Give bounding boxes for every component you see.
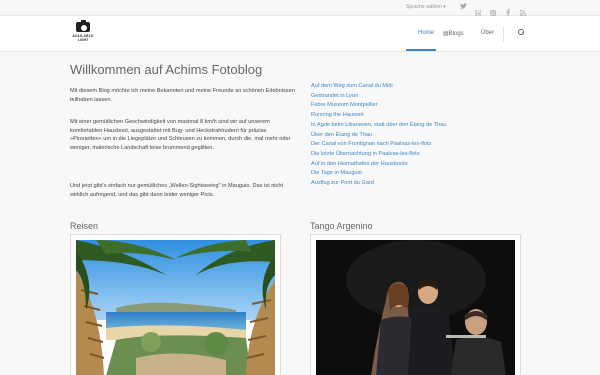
tango-dancers-image[interactable] [316, 240, 515, 375]
tango-card[interactable] [310, 234, 521, 375]
camera-icon [76, 20, 90, 32]
nav-blogs[interactable]: ▤Blogs [443, 30, 464, 37]
post-link[interactable]: Auf dem Weg zum Canal du Midi [311, 82, 531, 92]
nav-divider [503, 26, 504, 42]
nav-about[interactable]: Über [481, 30, 494, 36]
post-link[interactable]: Auf in den Heimathafen der Hausboote [311, 160, 531, 170]
post-link[interactable]: Die letzte Übernachtung in Paalvas-les-f… [311, 150, 531, 160]
post-links-list: Auf dem Weg zum Canal du Midi Gestrandet… [311, 82, 531, 189]
post-link[interactable]: Ausflug zur Pont du Gard [311, 179, 531, 189]
reisen-beach-image[interactable] [76, 240, 275, 375]
post-link[interactable]: Über den Étang de Thau [311, 131, 531, 141]
section-title-reisen: Reisen [70, 221, 99, 231]
houseboat-paragraph: Mit einer gemütlichen Geschwindigkeit vo… [70, 119, 291, 151]
site-header: AVAILABLE LIGHT [0, 16, 600, 52]
post-link[interactable]: Die Tage in Mauguio [311, 169, 531, 179]
page-title: Willkommen auf Achims Fotoblog [70, 62, 263, 77]
mauguio-paragraph: Und jetzt gibt's einfach nur gemütliches… [70, 183, 284, 198]
post-link[interactable]: Running the Hausoot [311, 111, 531, 121]
intro-paragraph: Mit diesem Blog möchte ich meine Bekannt… [70, 88, 295, 103]
search-icon[interactable] [518, 29, 524, 35]
nav-active-indicator [406, 49, 436, 51]
post-link[interactable]: Der Canal von Frontignan nach Paalvas-le… [311, 140, 531, 150]
reisen-card[interactable] [70, 234, 281, 375]
twitter-icon[interactable] [460, 3, 467, 11]
site-logo[interactable]: AVAILABLE LIGHT [72, 20, 94, 46]
post-link[interactable]: In Agde beim Libanesen, statt über den É… [311, 121, 531, 131]
nav-home[interactable]: Home [418, 30, 434, 36]
language-selector[interactable]: Sprache wählen ▾ [406, 4, 446, 10]
top-bar: Sprache wählen ▾ [0, 0, 600, 17]
post-link[interactable]: Gestrandet in Lyon [311, 92, 531, 102]
section-title-tango: Tango Argenino [310, 221, 373, 231]
post-link[interactable]: Fabre Museum Montpellier [311, 101, 531, 111]
